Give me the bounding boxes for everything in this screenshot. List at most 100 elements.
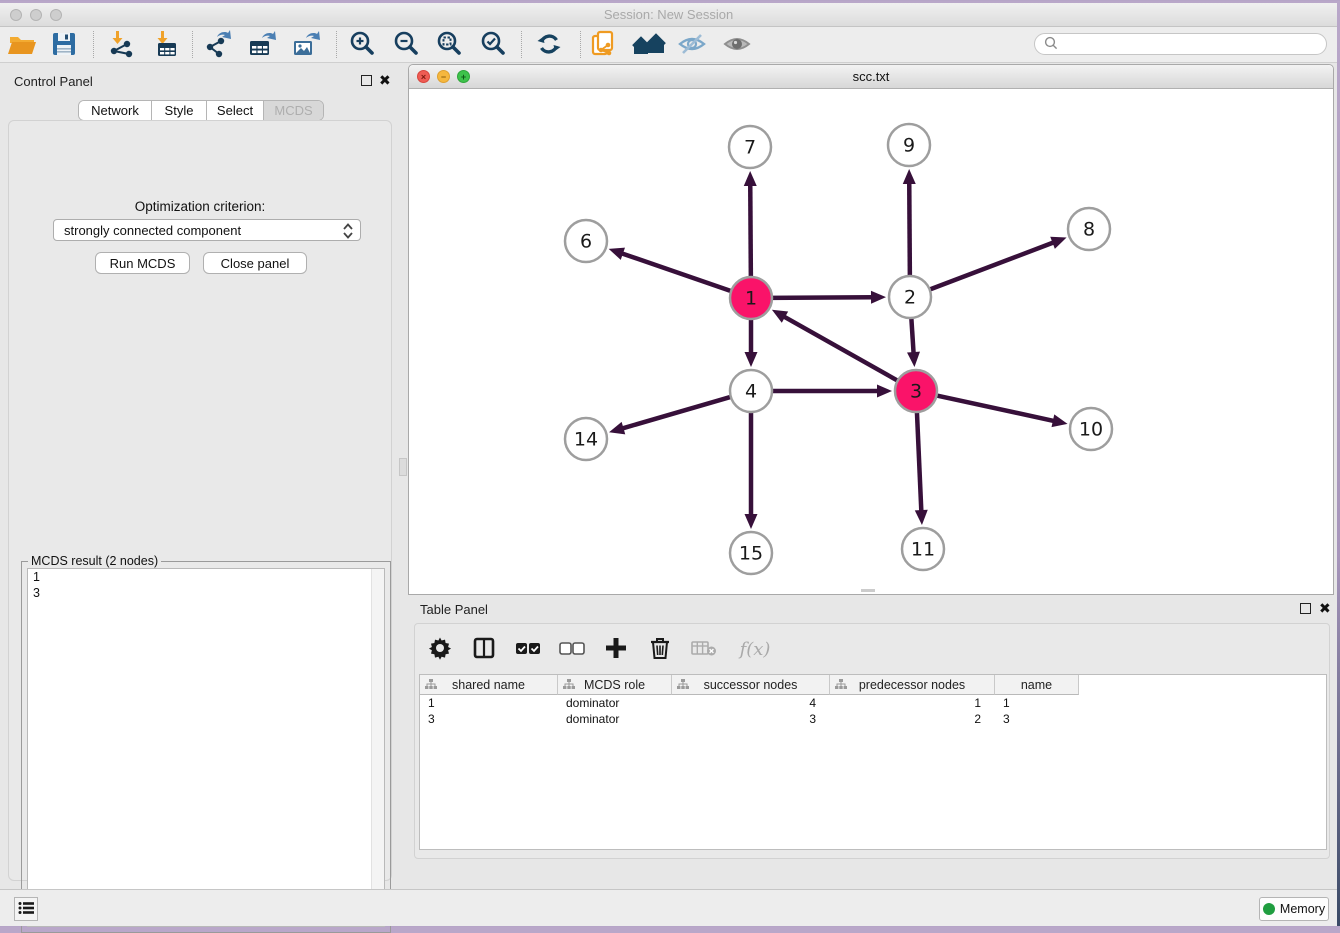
chevron-up-down-icon <box>342 222 354 243</box>
export-network-icon <box>203 29 233 62</box>
list-icon <box>18 901 34 918</box>
graph-edge[interactable] <box>928 242 1055 290</box>
graph-node-label: 11 <box>911 539 935 561</box>
column-header-shared-name[interactable]: shared name <box>420 675 558 695</box>
memory-button[interactable]: Memory <box>1259 897 1329 921</box>
open-folder-icon <box>7 29 37 62</box>
graph-node-label: 15 <box>739 543 763 565</box>
tab-network[interactable]: Network <box>79 101 152 120</box>
result-line: 3 <box>28 585 384 601</box>
eye-button[interactable] <box>719 29 755 61</box>
mcds-result-group: MCDS result (2 nodes) 1 3 <box>21 561 391 933</box>
graph-node-label: 10 <box>1079 419 1103 441</box>
memory-label: Memory <box>1280 902 1325 916</box>
title-bar: Session: New Session <box>0 3 1337 27</box>
graph-edge[interactable] <box>750 184 751 279</box>
refresh-icon <box>534 29 564 62</box>
delete-table-button[interactable] <box>689 634 719 664</box>
eye-slash-button[interactable] <box>674 29 710 61</box>
table-options-button[interactable] <box>425 634 455 664</box>
column-header-mcds-role[interactable]: MCDS role <box>558 675 672 695</box>
open-session-button[interactable] <box>4 29 40 61</box>
graph-edge[interactable] <box>917 410 922 512</box>
create-column-button[interactable] <box>601 634 631 664</box>
table-row[interactable]: 3 dominator 3 2 3 <box>420 711 1326 727</box>
node-table[interactable]: shared name MCDS role successor nodes pr… <box>419 674 1327 850</box>
graph-edge[interactable] <box>621 253 733 292</box>
unselect-all-columns-button[interactable] <box>557 634 587 664</box>
criterion-select[interactable]: strongly connected component <box>53 219 361 241</box>
delete-column-button[interactable] <box>645 634 675 664</box>
mcds-result-area[interactable]: 1 3 <box>27 568 385 927</box>
float-panel-icon[interactable] <box>1300 603 1311 614</box>
network-graph: 7968124314101511 <box>409 89 1333 593</box>
zoom-in-button[interactable] <box>344 29 380 61</box>
close-panel-icon[interactable]: ✖ <box>379 75 391 86</box>
import-network-button[interactable] <box>103 29 139 61</box>
eye-slash-icon <box>677 29 707 62</box>
mcds-result-title: MCDS result (2 nodes) <box>28 554 161 568</box>
task-history-button[interactable] <box>14 897 38 921</box>
graph-edge[interactable] <box>911 316 913 354</box>
graph-edge[interactable] <box>909 182 910 278</box>
graph-edge-arrowhead <box>903 169 916 184</box>
network-from-selection-button[interactable] <box>586 29 622 61</box>
graph-node-label: 6 <box>580 231 592 253</box>
graph-edge-arrowhead <box>915 510 928 525</box>
refresh-button[interactable] <box>531 29 567 61</box>
close-panel-icon[interactable]: ✖ <box>1319 603 1331 614</box>
zoom-out-icon <box>391 29 421 62</box>
criterion-value: strongly connected component <box>64 223 241 238</box>
gear-icon <box>428 636 452 663</box>
show-columns-button[interactable] <box>469 634 499 664</box>
column-header-successor-nodes[interactable]: successor nodes <box>672 675 830 695</box>
graph-edge-arrowhead <box>745 514 758 529</box>
graph-edge-arrowhead <box>609 422 625 434</box>
graph-node-label: 2 <box>904 287 916 309</box>
status-bar: Memory <box>0 889 1337 926</box>
graph-node-label: 4 <box>745 381 757 403</box>
hierarchy-icon <box>425 679 437 693</box>
search-input[interactable] <box>1034 33 1327 55</box>
table-row[interactable]: 1 dominator 4 1 1 <box>420 695 1326 711</box>
network-window-title: scc.txt <box>409 69 1333 84</box>
close-panel-button[interactable]: Close panel <box>203 252 307 274</box>
graph-edge[interactable] <box>622 396 733 428</box>
network-canvas[interactable]: 7968124314101511 <box>409 89 1333 593</box>
export-network-button[interactable] <box>200 29 236 61</box>
tab-style[interactable]: Style <box>152 101 207 120</box>
table-panel: Table Panel ✖ <box>408 595 1337 892</box>
tab-mcds[interactable]: MCDS <box>264 101 323 120</box>
graph-edge-arrowhead <box>744 171 757 186</box>
function-builder-button[interactable]: f(x) <box>733 634 777 664</box>
save-session-button[interactable] <box>46 29 82 61</box>
checked-boxes-icon <box>515 638 541 661</box>
app-window: Session: New Session <box>0 3 1337 926</box>
column-header-name[interactable]: name <box>995 675 1079 695</box>
export-image-button[interactable] <box>288 29 324 61</box>
network-view-window: × − + scc.txt 7968124314101511 <box>408 64 1334 595</box>
import-table-button[interactable] <box>148 29 184 61</box>
network-window-titlebar[interactable]: × − + scc.txt <box>409 65 1333 89</box>
graph-edge[interactable] <box>783 316 899 382</box>
zoom-selected-button[interactable] <box>475 29 511 61</box>
scrollbar-track[interactable] <box>371 569 384 926</box>
select-all-columns-button[interactable] <box>513 634 543 664</box>
graph-edge[interactable] <box>935 395 1055 421</box>
zoom-fit-button[interactable] <box>431 29 467 61</box>
zoom-out-button[interactable] <box>388 29 424 61</box>
scrollbar-nub[interactable] <box>861 589 875 592</box>
hierarchy-icon <box>835 679 847 693</box>
home-button[interactable] <box>631 29 667 61</box>
run-mcds-button[interactable]: Run MCDS <box>95 252 190 274</box>
save-icon <box>49 29 79 62</box>
graph-edge[interactable] <box>770 297 873 298</box>
zoom-selected-icon <box>478 29 508 62</box>
float-panel-icon[interactable] <box>361 75 372 86</box>
export-table-button[interactable] <box>244 29 280 61</box>
column-header-predecessor-nodes[interactable]: predecessor nodes <box>830 675 995 695</box>
tab-select[interactable]: Select <box>207 101 264 120</box>
table-header-row: shared name MCDS role successor nodes pr… <box>420 675 1326 695</box>
memory-status-dot <box>1263 903 1275 915</box>
panel-splitter-handle[interactable] <box>399 458 407 476</box>
